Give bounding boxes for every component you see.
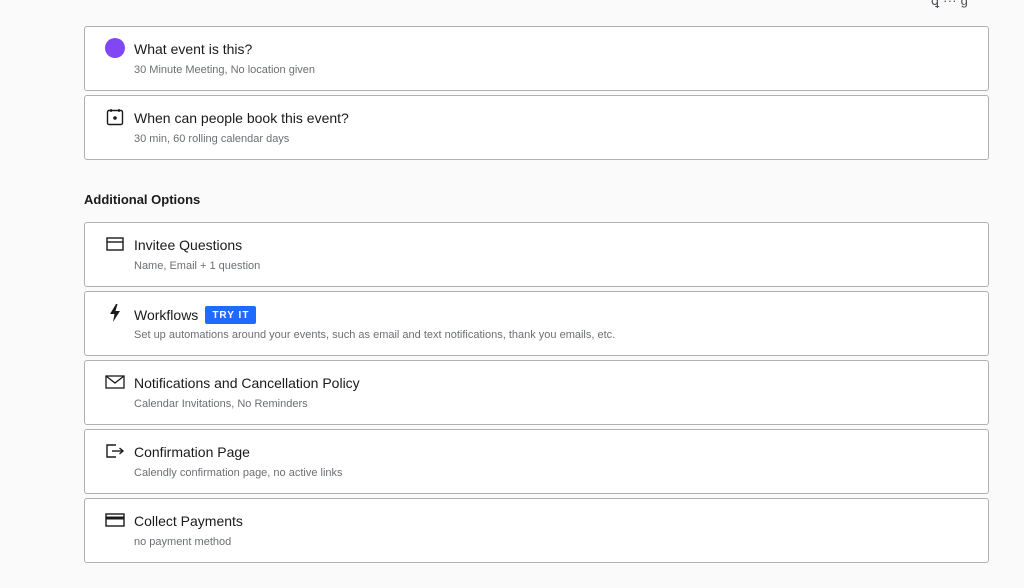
panel-subtitle: Calendar Invitations, No Reminders <box>134 398 308 410</box>
panel-subtitle: Set up automations around your events, s… <box>134 329 616 341</box>
panel-title: Notifications and Cancellation Policy <box>134 375 360 391</box>
panel-subtitle: Calendly confirmation page, no active li… <box>134 467 343 479</box>
form-icon <box>105 234 125 254</box>
panel-notifications[interactable]: Notifications and Cancellation Policy Ca… <box>84 360 989 425</box>
panel-title: Confirmation Page <box>134 444 250 460</box>
panel-title: What event is this? <box>134 41 253 57</box>
purple-dot-icon <box>105 38 125 58</box>
section-heading: Additional Options <box>84 192 201 207</box>
panel-invitee-questions[interactable]: Invitee Questions Name, Email + 1 questi… <box>84 222 989 287</box>
panel-event-details[interactable]: What event is this? 30 Minute Meeting, N… <box>84 26 989 91</box>
top-partial-text: ꝗ ··· g <box>930 0 968 8</box>
panel-title: When can people book this event? <box>134 110 349 126</box>
panel-subtitle: 30 Minute Meeting, No location given <box>134 64 315 76</box>
panel-collect-payments[interactable]: Collect Payments no payment method <box>84 498 989 563</box>
calendar-icon <box>105 107 125 127</box>
panel-subtitle: no payment method <box>134 536 232 548</box>
panel-confirmation-page[interactable]: Confirmation Page Calendly confirmation … <box>84 429 989 494</box>
panel-booking-availability[interactable]: When can people book this event? 30 min,… <box>84 95 989 160</box>
panel-workflows[interactable]: Workflows TRY IT Set up automations arou… <box>84 291 989 356</box>
exit-arrow-icon <box>105 441 125 461</box>
try-it-badge[interactable]: TRY IT <box>205 306 257 324</box>
panel-subtitle: Name, Email + 1 question <box>134 260 261 272</box>
panel-title: Invitee Questions <box>134 237 243 253</box>
envelope-icon <box>105 372 125 392</box>
lightning-icon <box>105 303 125 323</box>
panel-title: Workflows TRY IT <box>134 306 257 324</box>
credit-card-icon <box>105 510 125 530</box>
panel-title: Collect Payments <box>134 513 243 529</box>
panel-subtitle: 30 min, 60 rolling calendar days <box>134 133 290 145</box>
workflows-title: Workflows <box>134 307 199 323</box>
